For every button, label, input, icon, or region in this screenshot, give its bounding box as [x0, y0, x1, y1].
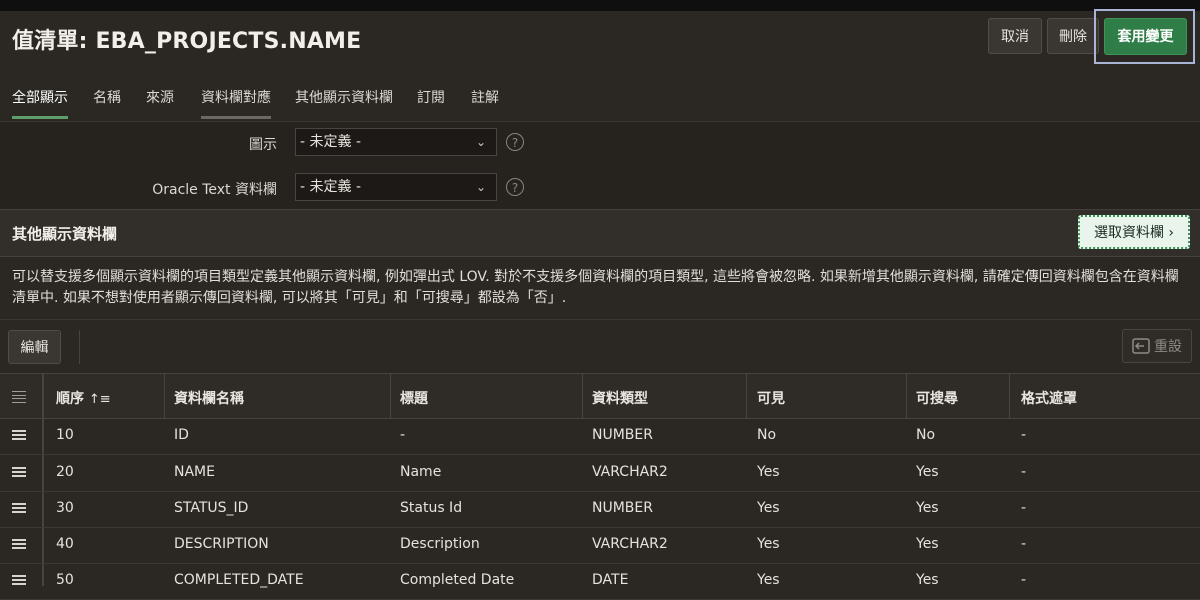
tab-show-all[interactable]: 全部顯示 — [12, 87, 68, 119]
column-header-sequence[interactable]: 順序 ↑≡ — [56, 388, 111, 408]
cell-format-mask[interactable]: - — [1021, 427, 1026, 443]
chevron-down-icon: ⌄ — [475, 180, 486, 194]
row-handle-icon[interactable] — [12, 467, 26, 479]
tab-name[interactable]: 名稱 — [93, 87, 121, 116]
column-header-data-type[interactable]: 資料類型 — [592, 388, 648, 408]
cell-column-name[interactable]: DESCRIPTION — [174, 536, 269, 552]
row-handle-icon[interactable] — [12, 430, 26, 442]
cell-sequence[interactable]: 10 — [56, 427, 74, 443]
column-divider — [390, 374, 391, 418]
cell-format-mask[interactable]: - — [1021, 464, 1026, 480]
tab-bar: 全部顯示 名稱 來源 資料欄對應 其他顯示資料欄 訂閱 註解 — [0, 73, 1200, 119]
cell-sequence[interactable]: 30 — [56, 500, 74, 516]
column-header-column-name[interactable]: 資料欄名稱 — [174, 388, 244, 408]
tab-additional-display-columns[interactable]: 其他顯示資料欄 — [295, 87, 393, 116]
column-header-heading[interactable]: 標題 — [400, 388, 428, 408]
column-header-searchable[interactable]: 可搜尋 — [916, 388, 958, 408]
select-all-icon[interactable] — [12, 391, 26, 403]
cell-data-type[interactable]: VARCHAR2 — [592, 536, 668, 552]
reset-icon — [1132, 338, 1150, 354]
cell-heading[interactable]: - — [400, 427, 405, 443]
chevron-down-icon: ⌄ — [475, 135, 486, 149]
cell-data-type[interactable]: VARCHAR2 — [592, 464, 668, 480]
oracle-text-select[interactable]: - 未定義 - ⌄ — [295, 173, 497, 201]
reset-button[interactable]: 重設 — [1122, 329, 1192, 363]
reset-label: 重設 — [1154, 339, 1182, 355]
cell-heading[interactable]: Description — [400, 536, 480, 552]
cancel-button[interactable]: 取消 — [988, 18, 1042, 54]
top-strip — [0, 0, 1200, 11]
column-divider — [582, 374, 583, 418]
cell-column-name[interactable]: STATUS_ID — [174, 500, 248, 516]
cell-format-mask[interactable]: - — [1021, 500, 1026, 516]
column-mapping-form: 圖示 - 未定義 - ⌄ ? Oracle Text 資料欄 - 未定義 - ⌄… — [0, 121, 1200, 209]
cell-format-mask[interactable]: - — [1021, 536, 1026, 552]
column-divider — [164, 374, 165, 418]
row-handle-icon[interactable] — [12, 539, 26, 551]
oracle-text-select-value: - 未定義 - — [300, 179, 362, 195]
cell-column-name[interactable]: NAME — [174, 464, 215, 480]
tab-subscription[interactable]: 訂閱 — [417, 87, 445, 116]
column-header-visible[interactable]: 可見 — [757, 388, 785, 408]
cell-data-type[interactable]: NUMBER — [592, 500, 653, 516]
icon-select[interactable]: - 未定義 - ⌄ — [295, 128, 497, 156]
table-row[interactable]: 20 NAME Name VARCHAR2 Yes Yes - — [0, 455, 1200, 492]
tab-column-mapping[interactable]: 資料欄對應 — [201, 87, 271, 119]
cell-sequence[interactable]: 40 — [56, 536, 74, 552]
help-icon[interactable]: ? — [506, 133, 524, 151]
delete-button[interactable]: 刪除 — [1047, 18, 1099, 54]
icon-label: 圖示 — [249, 137, 277, 153]
select-columns-button[interactable]: 選取資料欄 › — [1078, 215, 1190, 249]
table-row[interactable]: 50 COMPLETED_DATE Completed Date DATE Ye… — [0, 563, 1200, 600]
tab-source[interactable]: 來源 — [146, 87, 174, 116]
cell-searchable[interactable]: Yes — [916, 500, 939, 516]
column-divider — [746, 374, 747, 418]
edit-button[interactable]: 編輯 — [8, 330, 61, 364]
row-handle-icon[interactable] — [12, 503, 26, 515]
cell-data-type[interactable]: NUMBER — [592, 427, 653, 443]
cell-visible[interactable]: Yes — [757, 464, 780, 480]
cell-searchable[interactable]: Yes — [916, 464, 939, 480]
cell-column-name[interactable]: ID — [174, 427, 189, 443]
cell-searchable[interactable]: No — [916, 427, 935, 443]
cell-visible[interactable]: Yes — [757, 536, 780, 552]
cell-sequence[interactable]: 20 — [56, 464, 74, 480]
cell-visible[interactable]: Yes — [757, 500, 780, 516]
cell-heading[interactable]: Name — [400, 464, 441, 480]
column-header-format-mask[interactable]: 格式遮罩 — [1021, 388, 1077, 408]
tab-comments[interactable]: 註解 — [471, 87, 499, 116]
cell-visible[interactable]: No — [757, 427, 776, 443]
icon-select-value: - 未定義 - — [300, 134, 362, 150]
cell-heading[interactable]: Status Id — [400, 500, 462, 516]
table-row[interactable]: 10 ID - NUMBER No No - — [0, 418, 1200, 455]
grid-toolbar: 編輯 重設 — [0, 319, 1200, 374]
column-divider — [1009, 374, 1010, 418]
help-icon[interactable]: ? — [506, 178, 524, 196]
page-title: 值清單: EBA_PROJECTS.NAME — [12, 29, 362, 54]
region-description: 可以替支援多個顯示資料欄的項目類型定義其他顯示資料欄, 例如彈出式 LOV. 對… — [12, 269, 1179, 306]
region-title: 其他顯示資料欄 — [12, 225, 118, 243]
row-handle-icon[interactable] — [12, 575, 26, 587]
sort-ascending-icon: ↑≡ — [88, 392, 111, 407]
toolbar-divider — [79, 330, 80, 364]
column-divider — [906, 374, 907, 418]
region-header: 其他顯示資料欄 選取資料欄 › — [0, 209, 1200, 257]
apply-changes-button[interactable]: 套用變更 — [1104, 18, 1187, 55]
oracle-text-label: Oracle Text 資料欄 — [152, 182, 277, 198]
grid-header: 順序 ↑≡ 資料欄名稱 標題 資料類型 可見 可搜尋 格式遮罩 — [0, 373, 1200, 419]
table-row[interactable]: 40 DESCRIPTION Description VARCHAR2 Yes … — [0, 527, 1200, 564]
table-row[interactable]: 30 STATUS_ID Status Id NUMBER Yes Yes - — [0, 491, 1200, 528]
cell-searchable[interactable]: Yes — [916, 536, 939, 552]
